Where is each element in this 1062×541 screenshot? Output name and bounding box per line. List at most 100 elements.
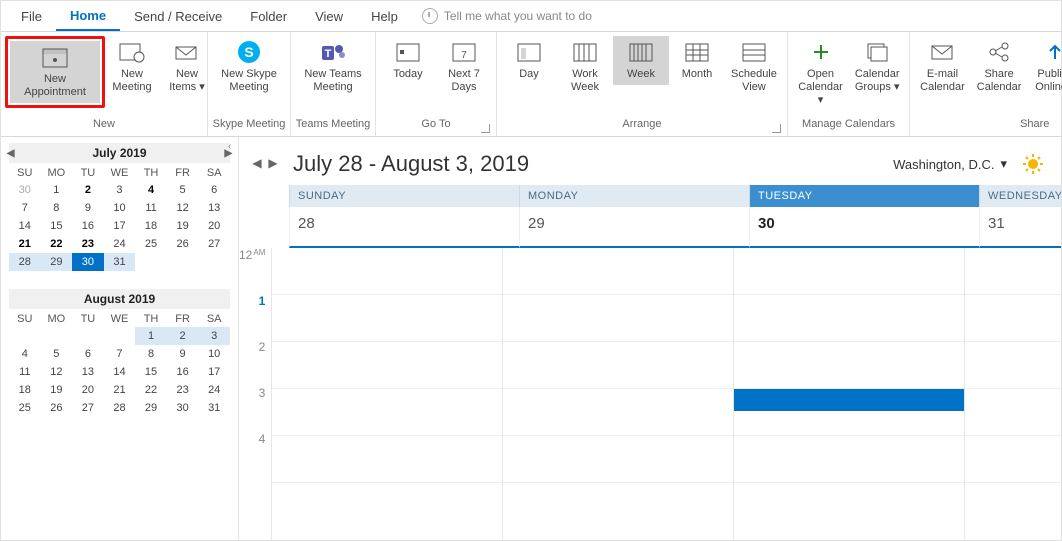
- open-calendar-button[interactable]: Open Calendar ▾: [792, 36, 849, 111]
- time-cell[interactable]: [734, 295, 964, 342]
- weather-location[interactable]: Washington, D.C.▾: [893, 154, 1043, 174]
- mini-cal-day[interactable]: [41, 327, 73, 345]
- prev-month-icon[interactable]: ◀: [7, 148, 15, 159]
- time-grid[interactable]: 12AM1234: [239, 248, 1061, 541]
- mini-cal-day[interactable]: 31: [198, 399, 230, 417]
- time-cell[interactable]: [965, 389, 1061, 436]
- mini-cal-day[interactable]: 12: [41, 363, 73, 381]
- mini-cal-day[interactable]: 24: [198, 381, 230, 399]
- new-appointment-button[interactable]: New Appointment: [10, 41, 100, 103]
- mini-cal-day[interactable]: 14: [9, 217, 41, 235]
- mini-cal-day[interactable]: 24: [104, 235, 136, 253]
- mini-cal-day[interactable]: 18: [9, 381, 41, 399]
- mini-cal-day[interactable]: 27: [72, 399, 104, 417]
- mini-cal-day[interactable]: 22: [41, 235, 73, 253]
- day-column[interactable]: [271, 248, 502, 541]
- month-button[interactable]: Month: [669, 36, 725, 85]
- mini-cal-day[interactable]: 11: [9, 363, 41, 381]
- day-number[interactable]: 31: [979, 207, 1061, 248]
- mini-cal-day[interactable]: 30: [72, 253, 104, 271]
- time-cell[interactable]: [503, 389, 733, 436]
- mini-cal-day[interactable]: 14: [104, 363, 136, 381]
- grid-columns[interactable]: [271, 248, 1061, 541]
- day-number[interactable]: 30: [749, 207, 979, 248]
- mini-cal-day[interactable]: 23: [72, 235, 104, 253]
- dialog-launcher-icon[interactable]: [481, 124, 490, 133]
- mini-cal-day[interactable]: 15: [135, 363, 167, 381]
- schedule-view-button[interactable]: Schedule View: [725, 36, 783, 98]
- next-week-icon[interactable]: ▶: [265, 156, 281, 172]
- mini-calendar-august[interactable]: August 2019 SUMOTUWETHFRSA12345678910111…: [9, 289, 230, 417]
- tab-help[interactable]: Help: [357, 3, 412, 30]
- time-cell[interactable]: [503, 436, 733, 483]
- mini-cal-grid[interactable]: SUMOTUWETHFRSA12345678910111213141516171…: [9, 311, 230, 417]
- mini-cal-day[interactable]: 8: [41, 199, 73, 217]
- mini-cal-day[interactable]: 25: [135, 235, 167, 253]
- appointment-block[interactable]: [734, 389, 964, 411]
- time-cell[interactable]: [503, 295, 733, 342]
- time-cell[interactable]: [734, 248, 964, 295]
- email-calendar-button[interactable]: E-mail Calendar: [914, 36, 971, 98]
- work-week-button[interactable]: Work Week: [557, 36, 613, 98]
- publish-online-button[interactable]: Publish Online ▾: [1027, 36, 1062, 98]
- tab-home[interactable]: Home: [56, 2, 120, 31]
- tab-send-receive[interactable]: Send / Receive: [120, 3, 236, 30]
- calendar-groups-button[interactable]: Calendar Groups ▾: [849, 36, 905, 98]
- mini-cal-day[interactable]: 2: [167, 327, 199, 345]
- time-cell[interactable]: [734, 389, 964, 436]
- today-button[interactable]: Today: [380, 36, 436, 85]
- mini-cal-day[interactable]: 27: [198, 235, 230, 253]
- time-cell[interactable]: [734, 342, 964, 389]
- mini-cal-day[interactable]: 8: [135, 345, 167, 363]
- day-number[interactable]: 28: [289, 207, 519, 248]
- tab-folder[interactable]: Folder: [236, 3, 301, 30]
- mini-cal-day[interactable]: 9: [167, 345, 199, 363]
- mini-cal-day[interactable]: 23: [167, 381, 199, 399]
- mini-cal-day[interactable]: 5: [41, 345, 73, 363]
- day-name[interactable]: WEDNESDAY: [979, 185, 1061, 207]
- mini-cal-day[interactable]: 1: [41, 181, 73, 199]
- time-cell[interactable]: [272, 248, 502, 295]
- time-cell[interactable]: [734, 436, 964, 483]
- mini-cal-day[interactable]: 15: [41, 217, 73, 235]
- tell-me[interactable]: Tell me what you want to do: [422, 8, 592, 24]
- mini-cal-day[interactable]: 30: [167, 399, 199, 417]
- time-cell[interactable]: [272, 389, 502, 436]
- time-cell[interactable]: [965, 248, 1061, 295]
- time-cell[interactable]: [503, 248, 733, 295]
- mini-cal-day[interactable]: 11: [135, 199, 167, 217]
- mini-cal-day[interactable]: 6: [198, 181, 230, 199]
- mini-cal-day[interactable]: 2: [72, 181, 104, 199]
- mini-cal-day[interactable]: 16: [167, 363, 199, 381]
- day-name[interactable]: SUNDAY: [289, 185, 519, 207]
- mini-cal-day[interactable]: 26: [167, 235, 199, 253]
- time-cell[interactable]: [965, 436, 1061, 483]
- mini-cal-day[interactable]: 29: [41, 253, 73, 271]
- mini-cal-day[interactable]: [135, 253, 167, 271]
- mini-cal-day[interactable]: 10: [104, 199, 136, 217]
- mini-cal-day[interactable]: 4: [9, 345, 41, 363]
- time-cell[interactable]: [503, 342, 733, 389]
- mini-cal-day[interactable]: 1: [135, 327, 167, 345]
- time-cell[interactable]: [965, 295, 1061, 342]
- time-cell[interactable]: [272, 436, 502, 483]
- time-cell[interactable]: [965, 342, 1061, 389]
- mini-cal-day[interactable]: 28: [9, 253, 41, 271]
- mini-cal-day[interactable]: [198, 253, 230, 271]
- mini-calendar-july[interactable]: ◀July 2019▶ SUMOTUWETHFRSA30123456789101…: [9, 143, 230, 271]
- mini-cal-day[interactable]: 29: [135, 399, 167, 417]
- mini-cal-day[interactable]: 13: [198, 199, 230, 217]
- share-calendar-button[interactable]: Share Calendar: [971, 36, 1028, 98]
- mini-cal-day[interactable]: [104, 327, 136, 345]
- mini-cal-day[interactable]: 28: [104, 399, 136, 417]
- mini-cal-day[interactable]: [167, 253, 199, 271]
- new-meeting-button[interactable]: New Meeting: [105, 36, 159, 98]
- day-name[interactable]: TUESDAY: [749, 185, 979, 207]
- prev-week-icon[interactable]: ◀: [249, 156, 265, 172]
- time-cell[interactable]: [272, 342, 502, 389]
- mini-cal-day[interactable]: 9: [72, 199, 104, 217]
- new-teams-meeting-button[interactable]: T New Teams Meeting: [295, 36, 371, 98]
- time-cell[interactable]: [272, 295, 502, 342]
- mini-cal-day[interactable]: 19: [167, 217, 199, 235]
- tab-view[interactable]: View: [301, 3, 357, 30]
